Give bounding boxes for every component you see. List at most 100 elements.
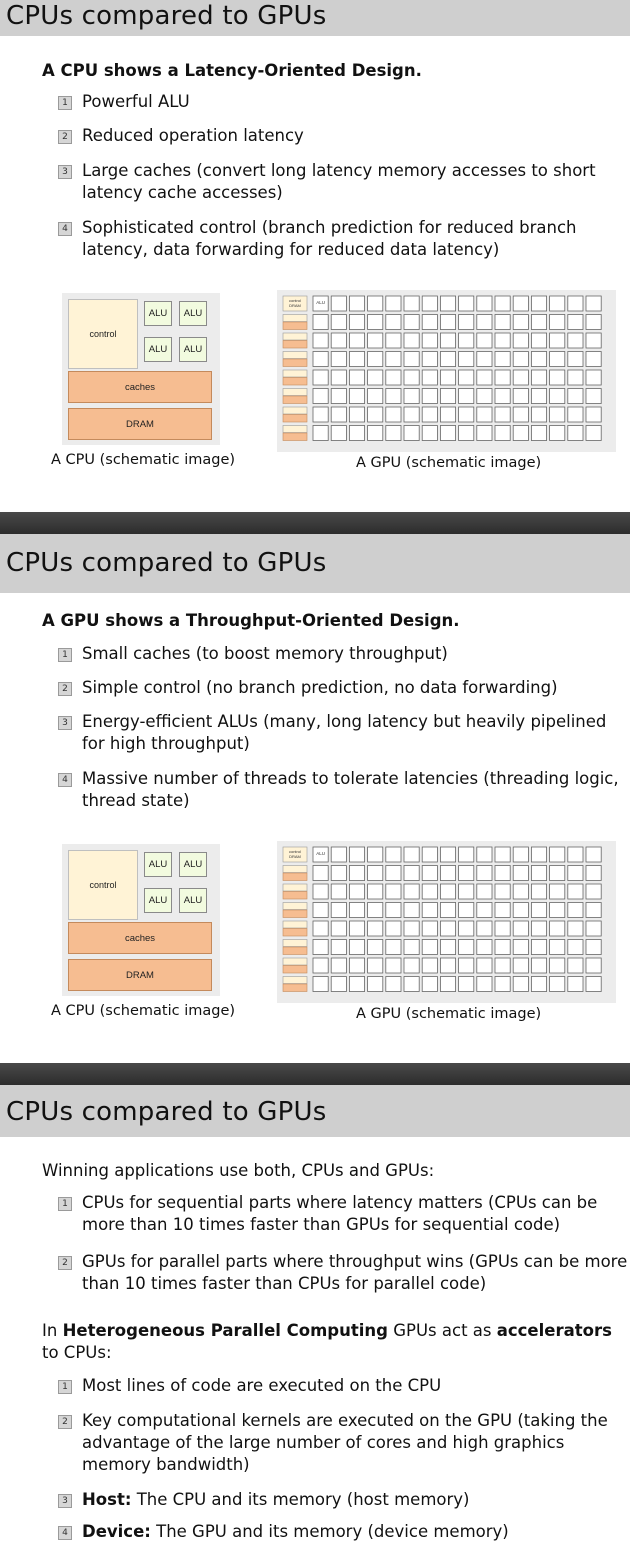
gpu-alu-cell [385,976,402,992]
gpu-schematic: control DRAM ALU [277,290,616,452]
gpu-cache-block [282,983,308,992]
slide2-heading: A GPU shows a Throughput-Oriented Design… [42,611,460,630]
item-text: Powerful ALU [82,92,190,111]
gpu-alu-cell [439,295,456,312]
slide2-item-1: 1 Small caches (to boost memory throughp… [58,643,630,665]
gpu-alu-cell [349,976,366,992]
gpu-alu-cell [439,406,456,423]
gpu-alu-cell [512,865,529,881]
gpu-alu-cell [512,976,529,992]
gpu-alu-cell [494,388,511,404]
gpu-alu-cell [585,388,602,404]
slide1-item-1: 1 Powerful ALU [58,91,630,113]
gpu-alu-cell [385,314,402,330]
bullet-number: 2 [58,130,72,144]
gpu-alu-cell [367,369,384,386]
gpu-alu-cell [385,295,402,312]
gpu-alu-cell [476,388,493,404]
gpu-alu-cell [458,883,475,900]
gpu-alu-cell [349,425,366,441]
cpu-control-block: control [68,850,138,920]
gpu-alu-cell [567,902,584,918]
para-bold: Heterogeneous Parallel Computing [62,1321,388,1340]
gpu-alu-cell [512,332,529,349]
item-text: Host: The CPU and its memory (host memor… [82,1489,630,1511]
gpu-alu-cell [530,902,547,918]
gpu-alu-cell [439,369,456,386]
cpu-alu: ALU [144,301,172,326]
gpu-alu-cell [439,351,456,367]
gpu-alu-cell [330,332,347,349]
gpu-alu-cell [512,939,529,955]
slide1-title-bar: CPUs compared to GPUs [0,0,630,36]
gpu-alu-cell [421,388,438,404]
gpu-alu-cell [530,388,547,404]
slide3-title: CPUs compared to GPUs [6,1097,327,1127]
para-text: GPUs act as [387,1321,497,1340]
gpu-alu-cell [439,939,456,955]
gpu-alu-cell [330,865,347,881]
gpu-cache-block [282,414,308,423]
gpu-alu-cell [530,846,547,863]
gpu-alu-cell [312,939,329,955]
gpu-alu-cell [385,425,402,441]
bullet-number: 2 [58,1256,72,1270]
gpu-dram-label: DRAM [289,854,301,859]
gpu-alu-cell [530,351,547,367]
item-text: Small caches (to boost memory throughput… [82,644,448,663]
bullet-number: 3 [58,1494,72,1508]
gpu-alu-cell [476,351,493,367]
gpu-alu-cell [403,902,420,918]
gpu-alu-cell [421,957,438,974]
gpu-control-block [282,957,308,966]
gpu-alu-cell [530,976,547,992]
slide2-item-3: 3 Energy-efficient ALUs (many, long late… [58,711,630,755]
gpu-control-block [282,406,308,415]
gpu-alu-cell [512,920,529,937]
gpu-alu-cell [585,314,602,330]
slide3-intro: Winning applications use both, CPUs and … [42,1161,435,1180]
gpu-alu-cell [439,425,456,441]
gpu-alu-cell [585,920,602,937]
gpu-alu-cell [403,351,420,367]
gpu-alu-cell [367,957,384,974]
gpu-alu-cell [567,388,584,404]
gpu-alu-cell [530,314,547,330]
bullet-number: 3 [58,716,72,730]
gpu-alu-cell [567,351,584,367]
gpu-alu-cell [421,351,438,367]
para-bold: accelerators [496,1321,612,1340]
gpu-alu-cell [367,295,384,312]
bullet-number: 2 [58,1415,72,1429]
gpu-alu-cell [421,295,438,312]
gpu-alu-cell [549,920,566,937]
gpu-alu-cell [421,883,438,900]
para-text: to CPUs: [42,1343,112,1362]
gpu-alu-cell [458,406,475,423]
gpu-control-block [282,332,308,341]
gpu-alu-cell [567,369,584,386]
gpu-alu-cell [458,369,475,386]
gpu-cache-block [282,946,308,955]
gpu-alu-cell [585,865,602,881]
slide1-item-3: 3 Large caches (convert long latency mem… [58,160,630,204]
bullet-number: 1 [58,1197,72,1211]
bullet-number: 1 [58,1380,72,1394]
gpu-alu-cell [476,976,493,992]
gpu-alu-cell [549,332,566,349]
gpu-alu-cell [312,976,329,992]
gpu-alu-cell [567,406,584,423]
gpu-alu-cell [476,865,493,881]
term-desc: The GPU and its memory (device memory) [150,1522,509,1541]
gpu-alu-cell [330,425,347,441]
gpu-alu-cell [385,883,402,900]
gpu-control-block [282,939,308,947]
gpu-alu-cell [494,425,511,441]
gpu-cache-block [282,872,308,881]
gpu-alu-cell [367,939,384,955]
gpu-alu-cell [585,295,602,312]
slide2-title-bar: CPUs compared to GPUs [0,534,630,593]
gpu-alu-cell [330,902,347,918]
gpu-alu-cell [567,939,584,955]
gpu-alu-cell [330,295,347,312]
